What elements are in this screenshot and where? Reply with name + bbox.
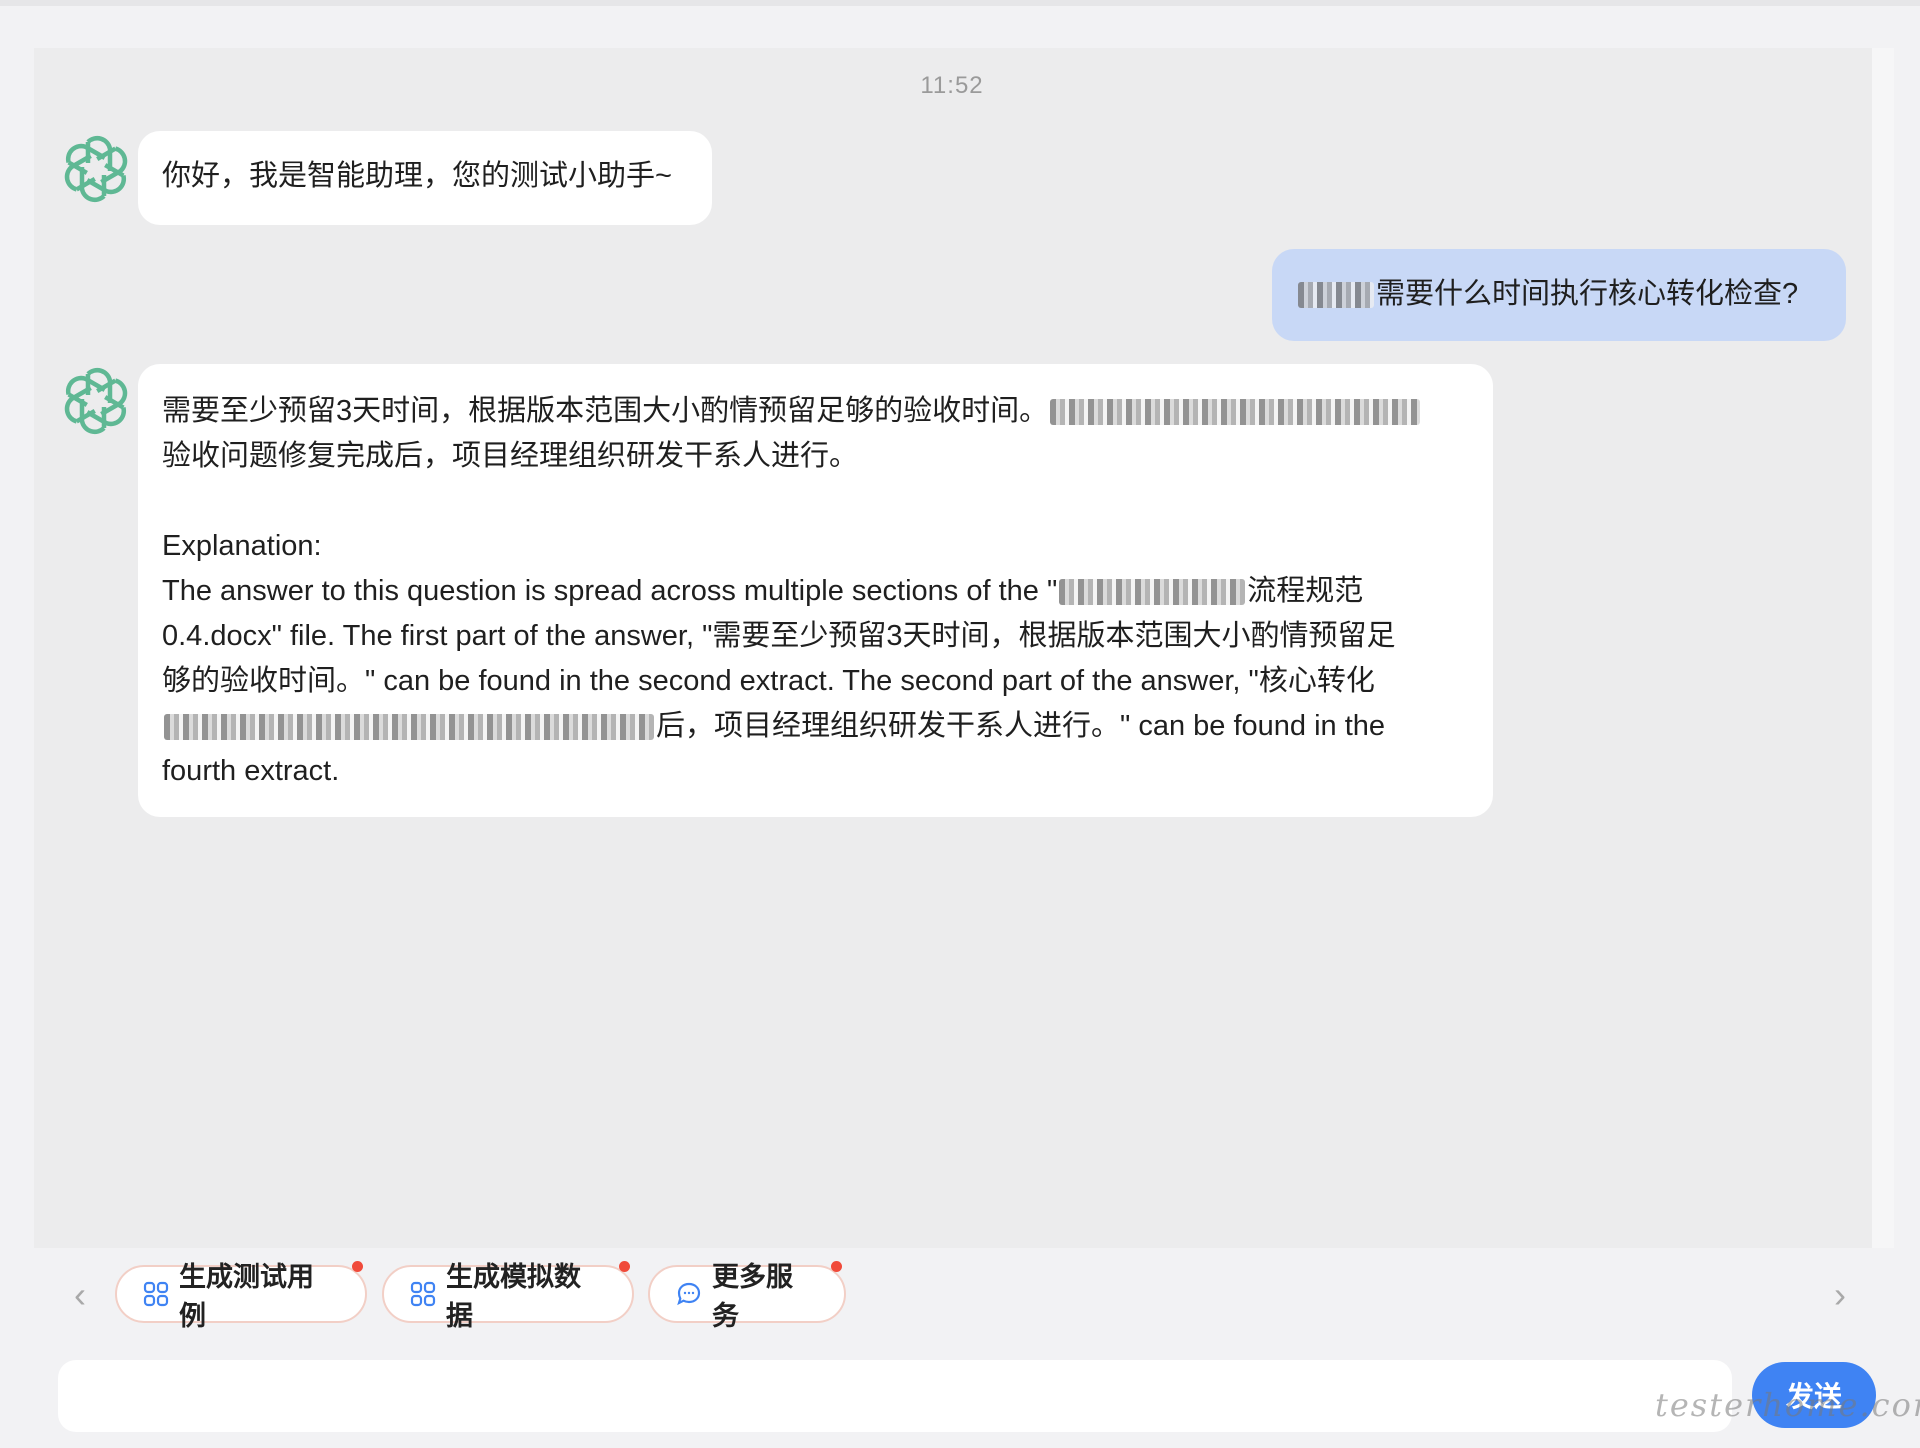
grid-icon xyxy=(143,1281,169,1307)
assistant-message-greeting: 你好，我是智能助理，您的测试小助手~ xyxy=(138,131,712,225)
explanation-line: 够的验收时间。" can be found in the second extr… xyxy=(162,665,1375,697)
watermark: testerhome.com xyxy=(1655,1386,1920,1424)
scroll-left-arrow-icon[interactable]: ‹ xyxy=(74,1275,86,1315)
assistant-avatar-icon xyxy=(58,131,134,207)
redacted-text xyxy=(164,714,654,741)
explanation-line: 0.4.docx" file. The first part of the an… xyxy=(162,620,1396,652)
user-message: 需要什么时间执行核心转化检查? xyxy=(1272,249,1846,341)
redacted-text xyxy=(1059,579,1246,606)
notification-dot xyxy=(831,1261,842,1272)
message-text: 你好，我是智能助理，您的测试小助手~ xyxy=(162,160,672,192)
notification-dot xyxy=(619,1261,630,1272)
explanation-line: 后，项目经理组织研发干系人进行。" can be found in the xyxy=(162,704,1469,749)
answer-line: 验收问题修复完成后，项目经理组织研发干系人进行。 xyxy=(162,440,859,472)
chip-label: 更多服务 xyxy=(712,1262,793,1331)
chat-bubble-icon xyxy=(676,1281,702,1307)
chip-label: 生成测试用例 xyxy=(179,1262,314,1331)
notification-dot xyxy=(352,1261,363,1272)
scrollbar[interactable] xyxy=(1872,48,1894,1248)
assistant-avatar-icon xyxy=(58,363,134,439)
window-top-strip xyxy=(0,0,1920,6)
explanation-line: fourth extract. xyxy=(162,755,340,787)
grid-icon xyxy=(410,1281,436,1307)
message-text: 需要什么时间执行核心转化检查? xyxy=(1296,272,1822,317)
message-input[interactable] xyxy=(58,1360,1732,1432)
scroll-right-arrow-icon[interactable]: › xyxy=(1834,1275,1846,1315)
redacted-text xyxy=(1050,399,1421,426)
assistant-message-answer: 需要至少预留3天时间，根据版本范围大小酌情预留足够的验收时间。 验收问题修复完成… xyxy=(138,364,1493,817)
explanation-line: The answer to this question is spread ac… xyxy=(162,575,1364,607)
suggestion-generate-mock-data[interactable]: 生成模拟数据 xyxy=(382,1261,634,1331)
chip-label: 生成模拟数据 xyxy=(446,1262,581,1331)
message-timestamp: 11:52 xyxy=(920,72,984,99)
redacted-text xyxy=(1298,282,1374,309)
suggestion-generate-test-cases[interactable]: 生成测试用例 xyxy=(115,1261,367,1331)
explanation-label: Explanation: xyxy=(162,530,322,562)
suggestion-more-services[interactable]: 更多服务 xyxy=(648,1261,846,1331)
answer-line: 需要至少预留3天时间，根据版本范围大小酌情预留足够的验收时间。 xyxy=(162,389,1469,434)
